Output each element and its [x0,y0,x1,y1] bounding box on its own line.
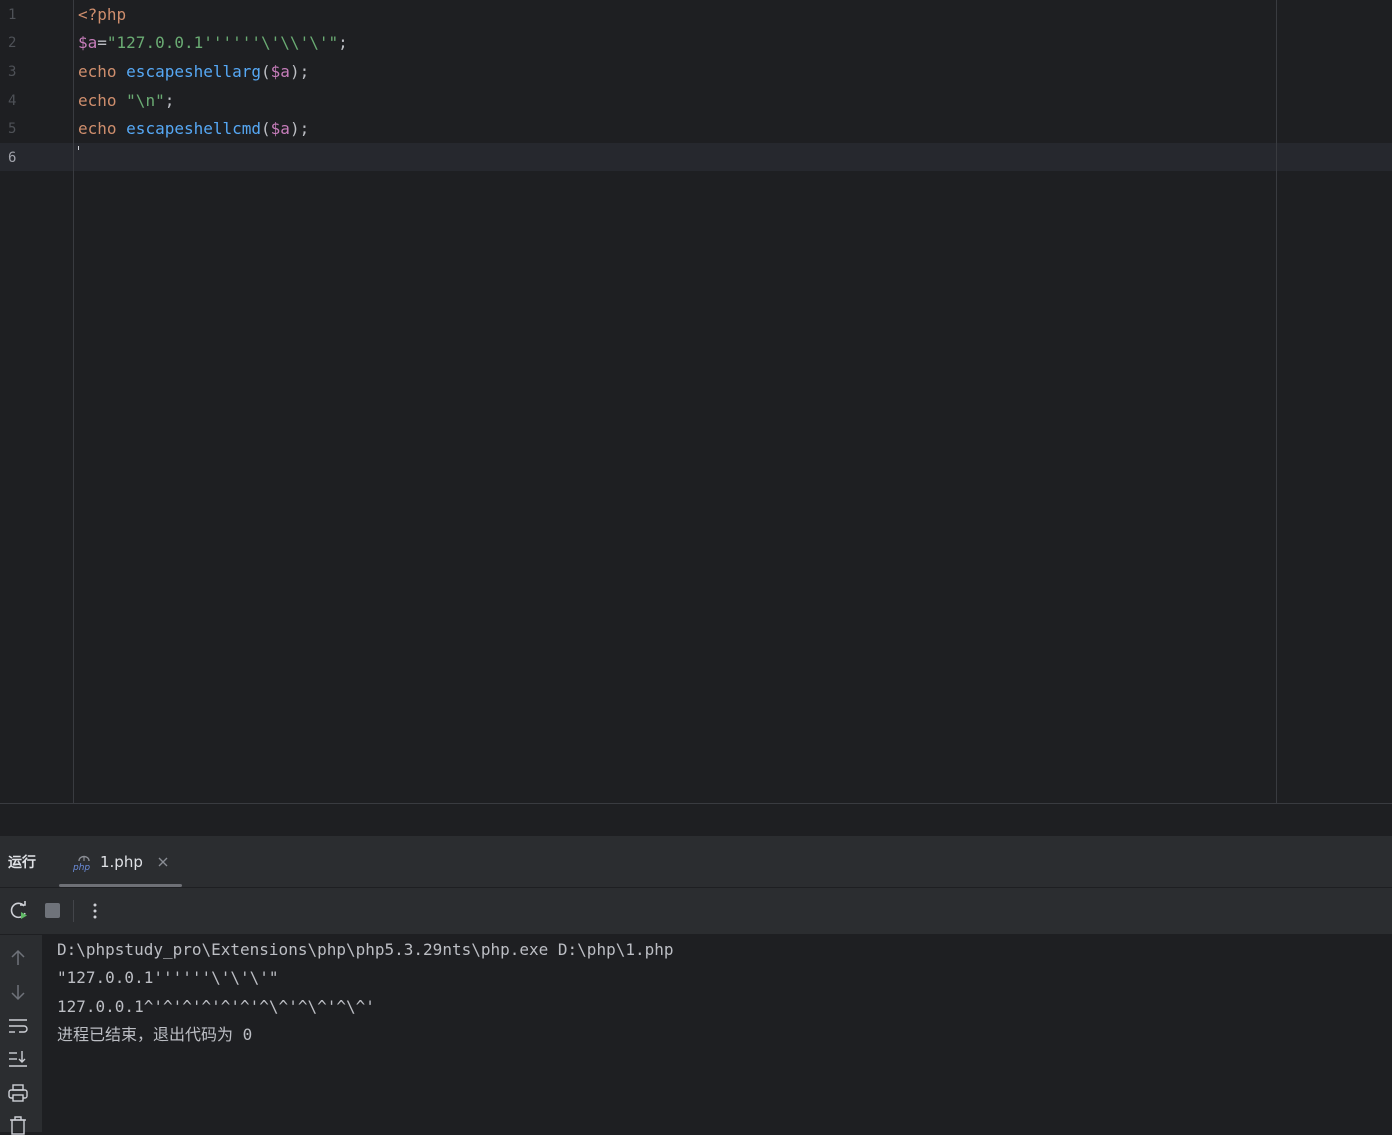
run-tab-1-php[interactable]: php 1.php [59,836,182,887]
code-line[interactable]: $a="127.0.0.1''''''\'\\'\'"; [78,29,348,57]
code-token: $a [270,119,290,138]
editor-footer-strip [0,804,1392,836]
code-editor[interactable]: 1 2 3 4 5 6 <?php $a="127.0.0.1''''''\'\… [0,0,1392,803]
console-output[interactable]: D:\phpstudy_pro\Extensions\php\php5.3.29… [43,935,1392,1132]
line-number: 5 [8,121,17,137]
code-token: <?php [78,5,127,24]
console-line-exit-status: 进程已结束，退出代码为 0 [57,1025,253,1044]
rerun-icon[interactable] [8,900,30,922]
current-line-highlight [0,143,1392,171]
code-token: echo [78,62,127,81]
php-file-icon: php [73,855,90,872]
right-margin-guide [1276,0,1277,803]
code-line[interactable]: echo escapeshellarg($a); [78,58,309,86]
code-line[interactable]: echo "\n"; [78,87,174,115]
code-token: ; [164,91,175,110]
code-token: ); [289,119,310,138]
code-token: echo [78,119,127,138]
toolbar-separator [73,900,74,922]
console-line-command: D:\phpstudy_pro\Extensions\php\php5.3.29… [57,940,674,959]
active-tab-indicator [59,884,182,887]
svg-text:php: php [73,863,90,872]
run-tab-label: 1.php [100,853,143,871]
code-token: = [97,33,107,52]
code-token: echo [78,91,127,110]
code-token: ( [261,119,271,138]
text-caret [78,146,79,150]
console-line-output: 127.0.0.1^'^'^'^'^'^'^\^'^\^'^\^' [57,997,375,1016]
soft-wrap-icon[interactable] [8,1016,28,1036]
run-panel-title: 运行 [8,855,36,871]
line-number-gutter: 1 2 3 4 5 6 [0,0,74,803]
line-number: 4 [8,93,17,109]
code-token: $a [270,62,290,81]
print-icon[interactable] [8,1083,28,1103]
line-number: 1 [8,7,17,23]
trash-icon[interactable] [8,1115,28,1135]
scroll-to-end-icon[interactable] [8,1049,28,1069]
line-number-current: 6 [8,150,17,166]
code-token: escapeshellarg [126,62,262,81]
code-token: ); [289,62,310,81]
line-number: 3 [8,64,17,80]
code-token: ( [261,62,271,81]
code-token: $a [78,33,98,52]
console-side-toolbar [0,935,43,1135]
code-line[interactable]: <?php [78,1,126,29]
code-token: "127.0.0.1''''''\'\\'\'" [106,33,339,52]
run-toolbar [0,888,1392,935]
console-line-output: "127.0.0.1''''''\'\'\'" [57,968,279,987]
code-token: "\n" [126,91,165,110]
stop-icon[interactable] [42,900,64,922]
code-token: escapeshellcmd [126,119,262,138]
close-icon[interactable] [157,856,169,868]
run-tool-window: 运行 php 1.php D:\phpstudy_pro\Extensions\… [0,836,1392,1135]
line-number: 2 [8,35,17,51]
arrow-down-icon[interactable] [8,982,28,1002]
arrow-up-icon[interactable] [8,948,28,968]
code-line[interactable]: echo escapeshellcmd($a); [78,115,309,143]
code-token: ; [338,33,348,52]
run-panel-header: 运行 php 1.php [0,836,1392,888]
more-vertical-icon[interactable] [84,900,106,922]
